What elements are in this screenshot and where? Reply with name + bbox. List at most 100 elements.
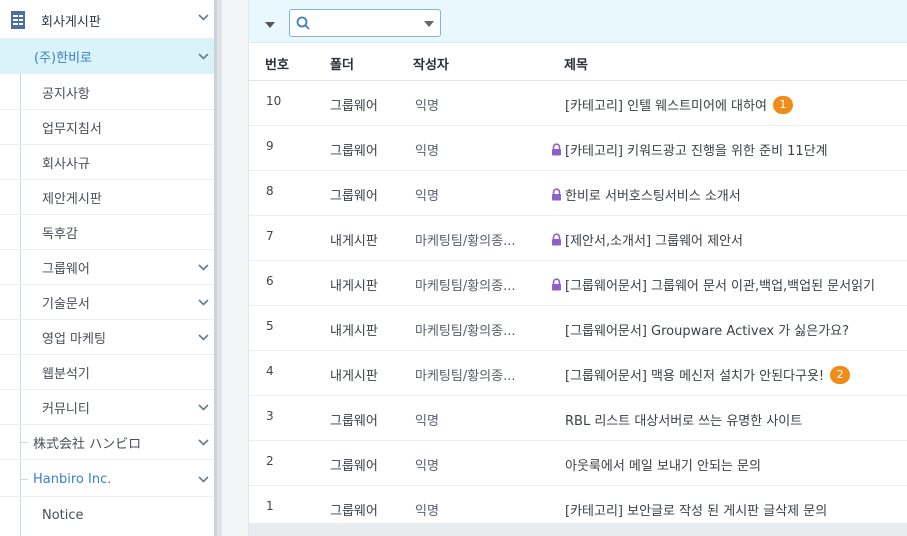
post-number: 1 [266, 499, 274, 513]
table-row[interactable]: 4 내게시판 마케팅팀/황의종... [그룹웨어문서] 맥용 메신저 설치가 안된다구… [249, 351, 907, 396]
chevron-down-icon[interactable] [196, 435, 210, 449]
sidebar-item-notice-kr[interactable]: 공지사항 [0, 75, 214, 110]
sidebar-item-label: Notice [42, 508, 84, 523]
sidebar-item-label: 독후감 [42, 226, 78, 242]
post-number: 4 [266, 364, 274, 378]
table-row[interactable]: 10 그룹웨어 익명 [카테고리] 인텔 웨스트미어에 대하여 1 [249, 81, 907, 126]
post-author[interactable]: 익명 [415, 95, 439, 114]
post-author[interactable]: 익명 [415, 140, 439, 159]
sidebar-item-sales-marketing[interactable]: 영업 마케팅 [0, 320, 214, 355]
board-list-panel: 번호 폴더 작성자 제목 10 그룹웨어 익명 [카테고리] 인텔 웨스트미어에 대하… [248, 0, 907, 536]
sidebar: 회사게시판 (주)한비로 공지사항 업무지침서 회사사규 제안게시판 독후감 그… [0, 0, 214, 536]
caret-down-icon[interactable] [424, 21, 434, 27]
post-title-cell[interactable]: [그룹웨어문서] 맥용 메신저 설치가 안된다구욧! 2 [550, 365, 851, 384]
post-author[interactable]: 익명 [415, 410, 439, 429]
column-header-author[interactable]: 작성자 [413, 54, 449, 73]
table-row[interactable]: 5 내게시판 마케팅팀/황의종... [그룹웨어문서] Groupware Activ… [249, 306, 907, 351]
sidebar-item-rules[interactable]: 회사사규 [0, 145, 214, 180]
chevron-down-icon[interactable] [196, 260, 210, 274]
list-toolbar [249, 0, 907, 43]
sidebar-item-tech-docs[interactable]: 기술문서 [0, 285, 214, 320]
post-title-cell[interactable]: 한비로 서버호스팅서비스 소개서 [550, 185, 741, 204]
sidebar-item-label: 기술문서 [42, 296, 90, 312]
post-number: 3 [266, 409, 274, 423]
table-row[interactable]: 2 그룹웨어 익명 아웃룩에서 메일 보내기 안되는 문의 [249, 441, 907, 486]
search-box[interactable] [289, 9, 441, 37]
post-title[interactable]: 한비로 서버호스팅서비스 소개서 [565, 185, 741, 204]
chevron-down-icon[interactable] [196, 49, 210, 63]
post-title[interactable]: [카테고리] 보안글로 작성 된 게시판 글삭제 문의 [565, 500, 827, 519]
table-footer [249, 523, 907, 536]
sidebar-item-community[interactable]: 커뮤니티 [0, 390, 214, 425]
chevron-down-icon[interactable] [196, 330, 210, 344]
post-title-cell[interactable]: [카테고리] 키워드광고 진행을 위한 준비 11단계 [550, 140, 828, 159]
table-row[interactable]: 3 그룹웨어 익명 RBL 리스트 대상서버로 쓰는 유명한 사이트 [249, 396, 907, 441]
post-title-cell[interactable]: [제안서,소개서] 그룹웨어 제안서 [550, 230, 743, 249]
post-title[interactable]: RBL 리스트 대상서버로 쓰는 유명한 사이트 [565, 410, 802, 429]
post-title[interactable]: [제안서,소개서] 그룹웨어 제안서 [565, 230, 743, 249]
post-folder: 내게시판 [330, 279, 378, 294]
post-title-cell[interactable]: [그룹웨어문서] 그룹웨어 문서 이관,백업,백업된 문서읽기 [550, 275, 875, 294]
sidebar-item-guidelines[interactable]: 업무지침서 [0, 110, 214, 145]
post-title-cell[interactable]: 아웃룩에서 메일 보내기 안되는 문의 [550, 455, 761, 474]
post-number: 6 [266, 274, 274, 288]
sidebar-sub-hanbiro-inc[interactable]: Hanbiro Inc. [0, 462, 214, 497]
sidebar-item-label: 영업 마케팅 [42, 331, 106, 347]
table-row[interactable]: 6 내게시판 마케팅팀/황의종... [그룹웨어문서] 그룹웨어 문서 이관,백업,백… [249, 261, 907, 306]
sidebar-group-label: 회사게시판 [41, 15, 101, 30]
document-icon [11, 11, 25, 29]
post-author[interactable]: 마케팅팀/황의종... [415, 230, 516, 249]
post-number: 10 [266, 94, 282, 108]
post-folder: 내게시판 [330, 234, 378, 249]
post-title-cell[interactable]: [그룹웨어문서] Groupware Activex 가 싫은가요? [550, 320, 849, 339]
sidebar-item-label: 회사사규 [42, 156, 90, 172]
post-author[interactable]: 익명 [415, 455, 439, 474]
search-input[interactable] [314, 13, 414, 33]
post-author[interactable]: 익명 [415, 185, 439, 204]
table-row[interactable]: 8 그룹웨어 익명 한비로 서버호스팅서비스 소개서 [249, 171, 907, 216]
sidebar-sub-label: (주)한비로 [34, 51, 92, 66]
post-title[interactable]: [그룹웨어문서] Groupware Activex 가 싫은가요? [565, 320, 849, 339]
sidebar-item-label: 공지사항 [42, 86, 90, 102]
sidebar-item-proposals[interactable]: 제안게시판 [0, 180, 214, 215]
sidebar-sub-hanbiro-jp[interactable]: 株式会社 ハンビロ [0, 425, 214, 460]
post-title[interactable]: [그룹웨어문서] 맥용 메신저 설치가 안된다구욧! [565, 365, 824, 384]
post-author[interactable]: 마케팅팀/황의종... [415, 365, 516, 384]
post-folder: 내게시판 [330, 324, 378, 339]
column-header-title[interactable]: 제목 [564, 54, 588, 73]
post-title-cell[interactable]: RBL 리스트 대상서버로 쓰는 유명한 사이트 [550, 410, 802, 429]
post-title[interactable]: [카테고리] 키워드광고 진행을 위한 준비 11단계 [565, 140, 828, 159]
lock-icon [552, 278, 561, 291]
post-title[interactable]: [그룹웨어문서] 그룹웨어 문서 이관,백업,백업된 문서읽기 [565, 275, 875, 294]
sidebar-item-book-review[interactable]: 독후감 [0, 215, 214, 250]
sidebar-sub-label: 株式会社 ハンビロ [33, 436, 142, 452]
sidebar-group-company-board[interactable]: 회사게시판 [0, 0, 214, 39]
chevron-down-icon[interactable] [196, 400, 210, 414]
sidebar-item-label: 업무지침서 [42, 121, 102, 137]
post-author[interactable]: 마케팅팀/황의종... [415, 275, 516, 294]
post-number: 5 [266, 319, 274, 333]
post-title[interactable]: [카테고리] 인텔 웨스트미어에 대하여 [565, 95, 767, 114]
post-title-cell[interactable]: [카테고리] 인텔 웨스트미어에 대하여 1 [550, 95, 793, 114]
post-folder: 그룹웨어 [330, 459, 378, 474]
table-row[interactable]: 9 그룹웨어 익명 [카테고리] 키워드광고 진행을 위한 준비 11단계 [249, 126, 907, 171]
caret-down-icon[interactable] [263, 18, 277, 32]
post-title[interactable]: 아웃룩에서 메일 보내기 안되는 문의 [565, 455, 761, 474]
sidebar-resize-handle[interactable] [214, 0, 222, 536]
sidebar-item-groupware[interactable]: 그룹웨어 [0, 250, 214, 285]
column-header-folder[interactable]: 폴더 [330, 54, 354, 73]
chevron-down-icon[interactable] [196, 10, 210, 24]
post-title-cell[interactable]: [카테고리] 보안글로 작성 된 게시판 글삭제 문의 [550, 500, 827, 519]
chevron-down-icon[interactable] [196, 472, 210, 486]
column-header-no[interactable]: 번호 [265, 54, 289, 73]
post-author[interactable]: 마케팅팀/황의종... [415, 320, 516, 339]
sidebar-item-notice-en[interactable]: Notice [0, 498, 214, 533]
chevron-down-icon[interactable] [196, 295, 210, 309]
sidebar-sub-hanbiro-kr[interactable]: (주)한비로 [0, 39, 214, 74]
post-author[interactable]: 익명 [415, 500, 439, 519]
post-folder: 그룹웨어 [330, 504, 378, 519]
lock-icon [552, 233, 561, 246]
sidebar-item-web-analyzer[interactable]: 웹분석기 [0, 355, 214, 390]
table-row[interactable]: 7 내게시판 마케팅팀/황의종... [제안서,소개서] 그룹웨어 제안서 [249, 216, 907, 261]
sidebar-item-label: 웹분석기 [42, 366, 90, 382]
